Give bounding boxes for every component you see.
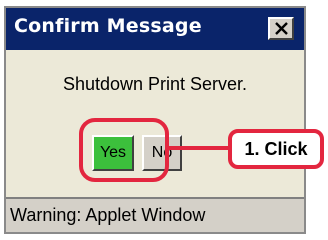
dialog-title: Confirm Message	[14, 15, 202, 37]
close-button[interactable]	[268, 17, 294, 40]
close-icon	[275, 22, 288, 35]
highlight-ring-annotation	[79, 118, 169, 182]
callout-connector-line	[169, 146, 229, 150]
status-warning-text: Warning: Applet Window	[10, 205, 206, 225]
dialog-message: Shutdown Print Server.	[62, 74, 248, 94]
title-bar: Confirm Message	[6, 8, 304, 50]
click-callout-label: 1. Click	[228, 129, 324, 169]
status-bar: Warning: Applet Window	[6, 197, 304, 232]
